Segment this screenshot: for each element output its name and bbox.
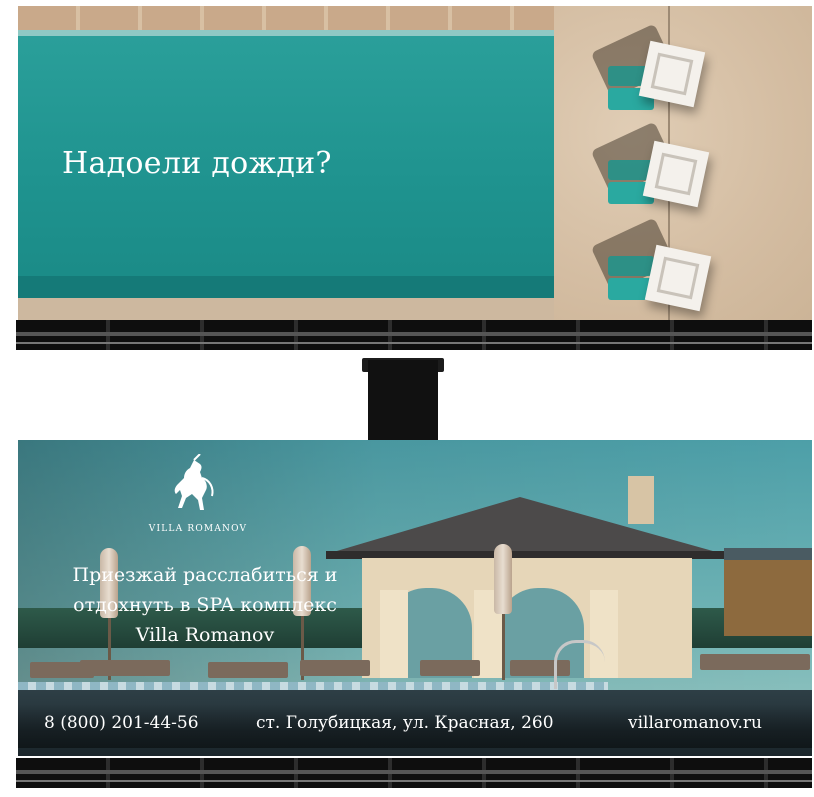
lounge-chair xyxy=(420,660,480,676)
lounge-chair xyxy=(80,660,170,676)
billboard-frame-bottom xyxy=(16,758,812,788)
billboard-frame-top xyxy=(16,320,812,350)
tagline: Приезжай расслабиться и отдохнуть в SPA … xyxy=(30,560,380,650)
side-building xyxy=(724,548,812,636)
billboard-post xyxy=(368,360,438,442)
address: ст. Голубицкая, ул. Красная, 260 xyxy=(256,713,554,733)
website: villaromanov.ru xyxy=(628,713,762,733)
lounge-chair xyxy=(208,662,288,678)
lounge-chair xyxy=(700,654,810,670)
umbrella xyxy=(638,40,706,108)
pool-coping xyxy=(18,6,554,32)
unicorn-logo-icon xyxy=(174,454,214,510)
pavilion-roof xyxy=(330,497,720,553)
umbrella xyxy=(642,140,710,208)
tagline-line: Villa Romanov xyxy=(135,624,275,646)
brand-name: VILLA ROMANOV xyxy=(148,524,248,534)
billboard-top: Надоели дожди? xyxy=(18,6,812,320)
headline: Надоели дожди? xyxy=(62,146,332,181)
umbrella xyxy=(644,244,712,312)
pavilion-column xyxy=(380,590,408,678)
pool-shadow xyxy=(18,276,554,298)
tagline-line: Приезжай расслабиться и xyxy=(72,564,338,586)
lounge-chair xyxy=(300,660,370,676)
tagline-line: отдохнуть в SPA комплекс xyxy=(73,594,337,616)
pool-ladder xyxy=(554,640,605,689)
closed-umbrella xyxy=(494,544,512,614)
phone-number: 8 (800) 201-44-56 xyxy=(44,713,199,733)
